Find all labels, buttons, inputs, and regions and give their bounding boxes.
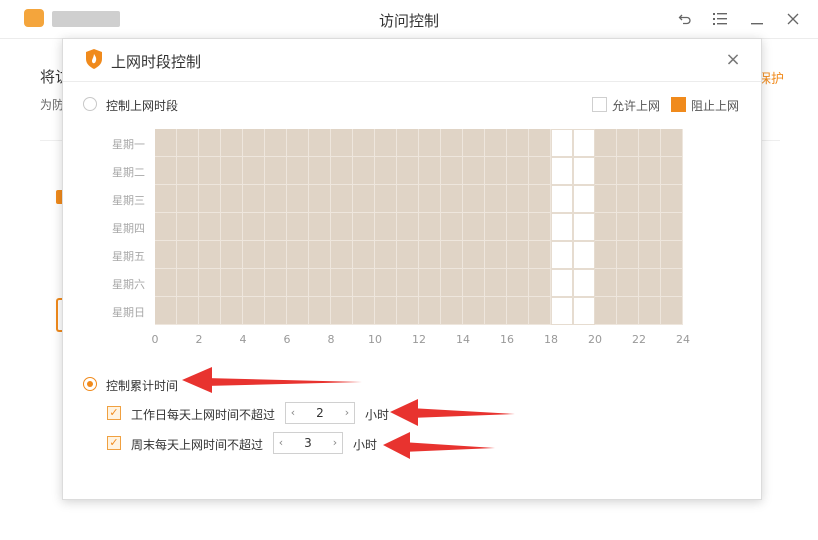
annotation-arrows xyxy=(182,367,515,459)
annotation-arrow xyxy=(182,367,362,393)
annotation-arrow xyxy=(390,399,515,426)
annotation-arrow xyxy=(383,432,495,459)
